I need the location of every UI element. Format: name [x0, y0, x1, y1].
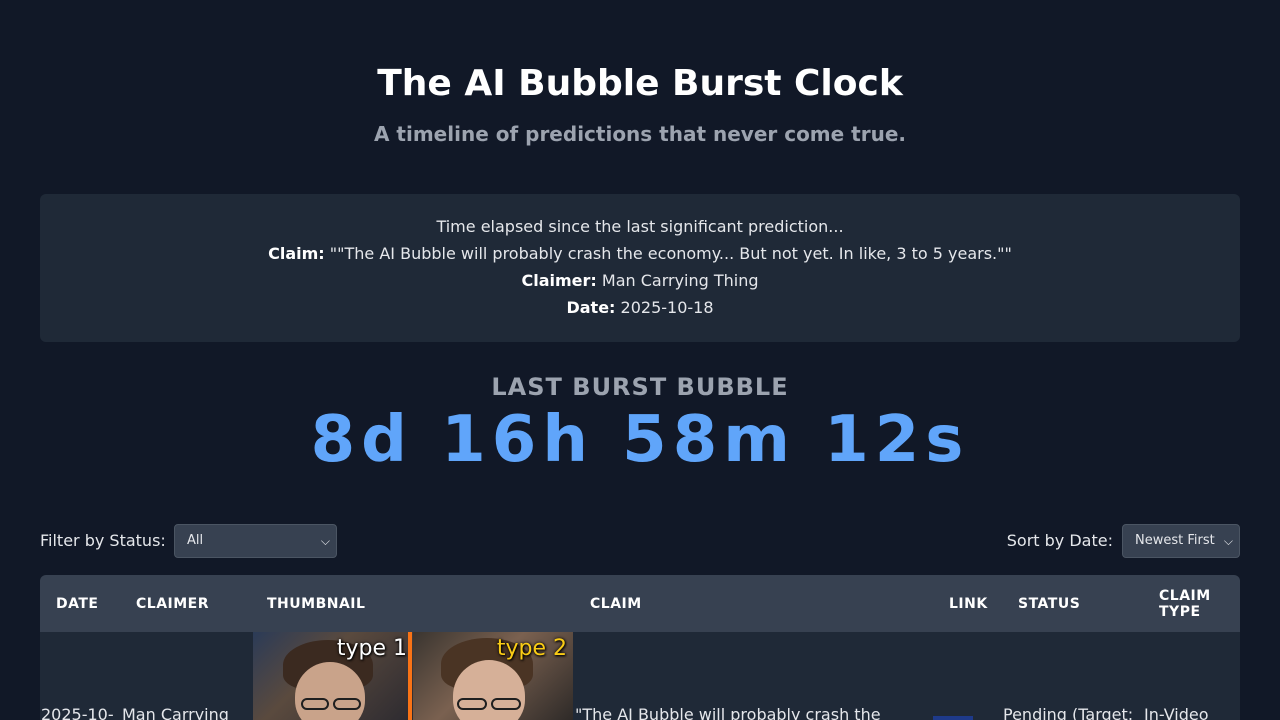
sort-label: Sort by Date:: [1006, 531, 1113, 550]
table-body: 2025-10- Man Carrying type 1 type 2 "The…: [40, 632, 1240, 720]
table-header-row: DATE CLAIMER THUMBNAIL CLAIM LINK STATUS…: [40, 575, 1240, 632]
date-value: 2025-10-18: [620, 298, 714, 317]
header-date[interactable]: DATE: [56, 596, 98, 612]
sort-date-value: Newest First: [1135, 533, 1215, 548]
thumbnail-divider: [408, 632, 412, 720]
filter-label: Filter by Status:: [40, 531, 166, 550]
page-subtitle: A timeline of predictions that never com…: [373, 122, 906, 146]
status-filter-select[interactable]: All ⌵: [174, 524, 337, 558]
status-filter-value: All: [187, 533, 204, 548]
page-title: The AI Bubble Burst Clock: [377, 63, 903, 104]
info-intro: Time elapsed since the last significant …: [436, 217, 844, 236]
header-link: LINK: [949, 596, 988, 612]
sort-date-select[interactable]: Newest First ⌵: [1122, 524, 1240, 558]
last-prediction-card: Time elapsed since the last significant …: [40, 194, 1240, 342]
thumbnail-image[interactable]: type 2: [413, 632, 573, 720]
header-status[interactable]: STATUS: [1018, 596, 1080, 612]
header-claim: CLAIM: [590, 596, 642, 612]
claimer-value: Man Carrying Thing: [601, 271, 759, 290]
thumb-tag-1: type 1: [336, 636, 407, 661]
info-date: Date: 2025-10-18: [40, 298, 1240, 318]
claim-value: ""The AI Bubble will probably crash the …: [329, 244, 1012, 263]
row-date: 2025-10-: [41, 705, 114, 720]
claim-label: Claim:: [268, 244, 325, 263]
row-status: Pending (Target:: [1003, 705, 1134, 720]
header-claimer[interactable]: CLAIMER: [136, 596, 209, 612]
header-thumbnail: THUMBNAIL: [267, 596, 366, 612]
thumb-tag-2: type 2: [496, 636, 567, 661]
countdown-timer: 8d 16h 58m 12s: [310, 403, 970, 477]
header-claim-type-line1: CLAIM: [1159, 588, 1211, 604]
chevron-down-icon: ⌵: [1223, 534, 1233, 548]
claimer-label: Claimer:: [521, 271, 597, 290]
chevron-down-icon: ⌵: [320, 534, 330, 548]
header-claim-type: CLAIM TYPE: [1159, 588, 1211, 620]
page: The AI Bubble Burst Clock A timeline of …: [0, 0, 1280, 720]
glasses-shape: [333, 698, 361, 710]
info-claimer: Claimer: Man Carrying Thing: [40, 271, 1240, 291]
row-claim-type: In-Video: [1144, 705, 1209, 720]
glasses-shape: [491, 698, 521, 710]
row-claimer: Man Carrying: [122, 705, 229, 720]
glasses-shape: [301, 698, 329, 710]
row-link[interactable]: [933, 716, 973, 720]
date-label: Date:: [566, 298, 616, 317]
row-claim: "The AI Bubble will probably crash the: [575, 705, 881, 720]
thumbnail-image[interactable]: type 1: [253, 632, 413, 720]
countdown-label: LAST BURST BUBBLE: [491, 373, 789, 401]
header-claim-type-line2: TYPE: [1159, 604, 1201, 620]
info-claim: Claim: ""The AI Bubble will probably cra…: [40, 244, 1240, 264]
glasses-shape: [457, 698, 487, 710]
